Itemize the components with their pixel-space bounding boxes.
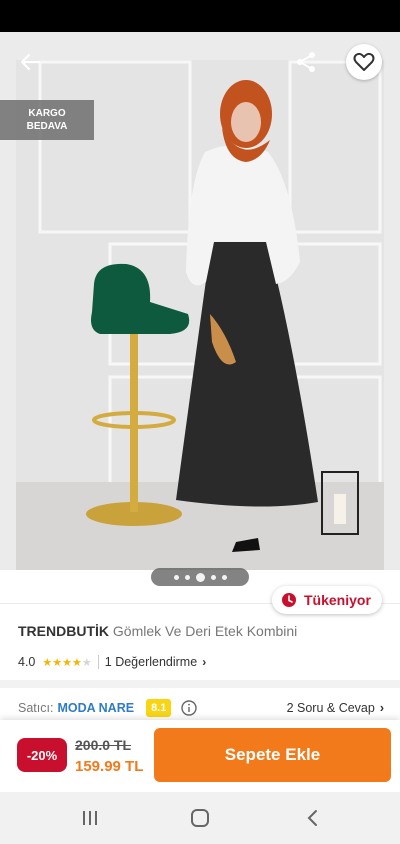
- rating-stars: ★★★★★: [42, 656, 91, 669]
- add-to-cart-button[interactable]: Sepete Ekle: [154, 728, 391, 782]
- free-shipping-line2: BEDAVA: [26, 121, 68, 132]
- free-shipping-badge: KARGO BEDAVA: [0, 100, 94, 140]
- brand-name[interactable]: TRENDBUTİK: [18, 623, 109, 639]
- star-empty-icon: ★: [81, 656, 92, 669]
- chevron-right-icon: ›: [202, 655, 207, 669]
- purchase-bar: -20% 200.0 TL 159.99 TL Sepete Ekle: [0, 720, 400, 792]
- star-filled-icon: ★: [52, 656, 63, 669]
- pager-dot[interactable]: [173, 574, 179, 580]
- home-button[interactable]: [180, 804, 220, 832]
- section-divider: [0, 680, 400, 688]
- nav-back-icon: [307, 810, 317, 826]
- heart-outline-icon: [353, 52, 375, 71]
- stock-status-label: Tükeniyor: [304, 592, 371, 608]
- rating-separator: [97, 655, 99, 669]
- system-nav-bar: [0, 792, 400, 844]
- discount-badge: -20%: [17, 738, 67, 772]
- seller-label: Satıcı:: [18, 701, 54, 715]
- app-screen: KARGO BEDAVA Tükeniyor TRENDBUTİK Gömlek…: [0, 0, 400, 844]
- pager-dot[interactable]: [184, 574, 190, 580]
- product-title: TRENDBUTİK Gömlek Ve Deri Etek Kombini: [18, 623, 378, 639]
- system-back-button[interactable]: [292, 804, 332, 832]
- stock-status-chip: Tükeniyor: [272, 586, 382, 614]
- seller-name-link[interactable]: MODA NARE: [57, 701, 134, 715]
- home-icon: [191, 809, 209, 827]
- qa-label: 2 Soru & Cevap: [286, 701, 375, 715]
- seller-row: Satıcı: MODA NARE 8.1 2 Soru & Cevap ›: [18, 696, 384, 720]
- star-filled-icon: ★: [42, 656, 53, 669]
- recent-apps-button[interactable]: [70, 804, 110, 832]
- arrow-left-icon: [20, 53, 41, 71]
- review-count[interactable]: 1 Değerlendirme: [105, 655, 197, 669]
- old-price: 200.0 TL: [75, 737, 132, 753]
- pager-dot[interactable]: [221, 574, 227, 580]
- questions-answers-link[interactable]: 2 Soru & Cevap ›: [287, 701, 384, 715]
- share-button[interactable]: [288, 44, 324, 80]
- back-button[interactable]: [12, 44, 48, 80]
- favorite-button[interactable]: [346, 44, 382, 80]
- star-filled-icon: ★: [72, 656, 82, 669]
- new-price: 159.99 TL: [75, 758, 144, 775]
- rating-value: 4.0: [18, 655, 36, 669]
- clock-icon: [282, 593, 296, 607]
- seller-score-badge: 8.1: [146, 699, 172, 717]
- pager-dot[interactable]: [210, 574, 216, 580]
- star-filled-icon: ★: [62, 656, 73, 669]
- free-shipping-line1: KARGO: [28, 108, 66, 119]
- rating-row[interactable]: 4.0 ★★★★★ 1 Değerlendirme ›: [18, 652, 206, 672]
- product-image-gallery[interactable]: KARGO BEDAVA: [0, 32, 400, 592]
- product-name: Gömlek Ve Deri Etek Kombini: [112, 623, 298, 639]
- share-icon: [297, 52, 315, 72]
- image-pager[interactable]: [151, 568, 249, 586]
- status-bar: [0, 0, 400, 32]
- pager-dot-active[interactable]: [195, 572, 205, 582]
- recent-apps-icon: [83, 811, 97, 825]
- info-circle-icon[interactable]: [181, 700, 198, 716]
- chevron-right-icon: ›: [379, 701, 384, 715]
